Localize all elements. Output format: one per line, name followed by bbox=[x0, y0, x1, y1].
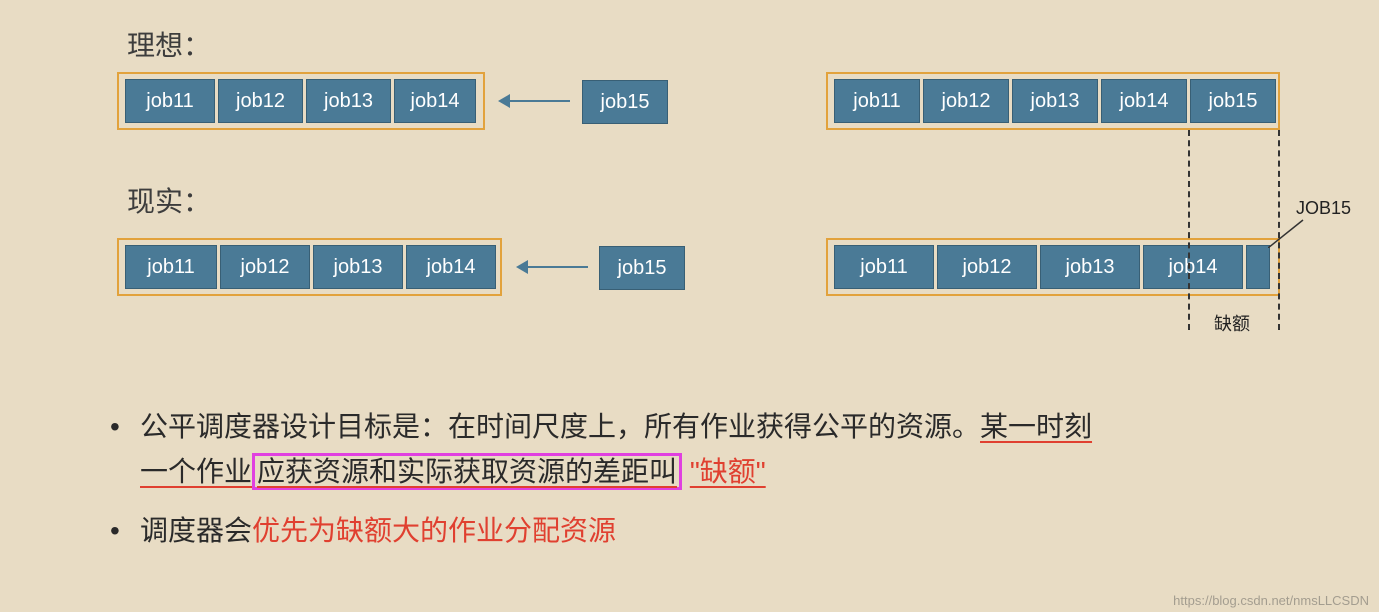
job-cell: job11 bbox=[834, 79, 920, 123]
job-cell: job11 bbox=[834, 245, 934, 289]
dashed-line-icon bbox=[1188, 130, 1190, 330]
dashed-line-icon bbox=[1278, 130, 1280, 330]
job-cell: job14 bbox=[1143, 245, 1243, 289]
job-cell: job14 bbox=[406, 245, 496, 289]
deficit-label: 缺额 bbox=[1214, 310, 1250, 336]
pointer-line-icon bbox=[1268, 218, 1308, 248]
job-cell: job15 bbox=[582, 80, 668, 124]
bullet-item: 调度器会优先为缺额大的作业分配资源 bbox=[110, 509, 1110, 554]
job-cell: job12 bbox=[220, 245, 310, 289]
bullet-text-underlined: 应获资源和实际获取资源的差距叫 bbox=[257, 456, 677, 487]
job-cell bbox=[1246, 245, 1270, 289]
job-cell: job14 bbox=[1101, 79, 1187, 123]
magenta-highlight: 应获资源和实际获取资源的差距叫 bbox=[252, 453, 682, 490]
bullet-text: 调度器会 bbox=[140, 515, 252, 546]
arrow-left-icon bbox=[516, 260, 588, 274]
job-cell: job13 bbox=[306, 79, 391, 123]
bullet-item: 公平调度器设计目标是：在时间尺度上，所有作业获得公平的资源。某一时刻一个作业应获… bbox=[110, 405, 1110, 495]
real-right-queue: job11 job12 job13 job14 bbox=[826, 238, 1280, 296]
arrow-left-icon bbox=[498, 94, 570, 108]
job-cell: job13 bbox=[1012, 79, 1098, 123]
ideal-label: 理想： bbox=[127, 24, 211, 64]
job-cell: job13 bbox=[313, 245, 403, 289]
job-cell: job14 bbox=[394, 79, 476, 123]
bullet-list: 公平调度器设计目标是：在时间尺度上，所有作业获得公平的资源。某一时刻一个作业应获… bbox=[110, 405, 1110, 567]
real-label: 现实： bbox=[127, 180, 211, 220]
job-cell: job15 bbox=[1190, 79, 1276, 123]
ideal-right-queue: job11 job12 job13 job14 job15 bbox=[826, 72, 1280, 130]
job-cell: job15 bbox=[599, 246, 685, 290]
job-cell: job13 bbox=[1040, 245, 1140, 289]
bullet-text: 公平调度器设计目标是：在时间尺度上，所有作业获得公平的资源。 bbox=[140, 411, 980, 442]
job-cell: job11 bbox=[125, 79, 215, 123]
job-cell: job11 bbox=[125, 245, 217, 289]
job-cell: job12 bbox=[923, 79, 1009, 123]
bullet-text-red: "缺额" bbox=[690, 456, 766, 487]
ideal-left-queue: job11 job12 job13 job14 bbox=[117, 72, 485, 130]
job-cell: job12 bbox=[218, 79, 303, 123]
watermark: https://blog.csdn.net/nmsLLCSDN bbox=[1173, 593, 1369, 608]
job-cell: job12 bbox=[937, 245, 1037, 289]
bullet-text-red: 优先为缺额大的作业分配资源 bbox=[252, 515, 616, 546]
real-left-queue: job11 job12 job13 job14 bbox=[117, 238, 502, 296]
job15-caps-label: JOB15 bbox=[1296, 198, 1351, 219]
